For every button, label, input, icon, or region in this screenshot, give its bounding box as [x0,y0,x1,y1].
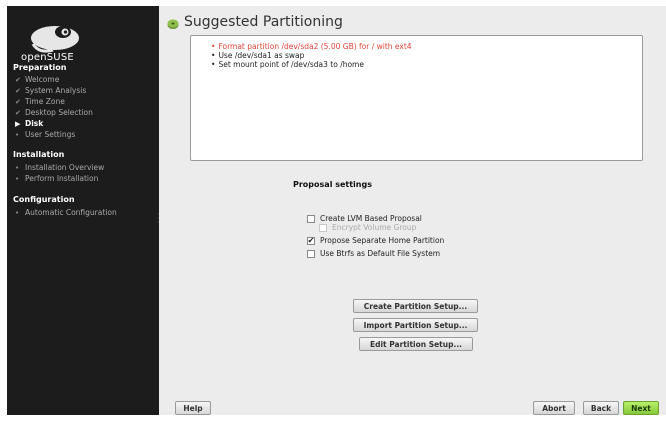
bullet-icon: • [15,131,20,139]
help-button[interactable]: Help [175,401,211,415]
sidebar-item-perform-installation: • Perform Installation [15,174,99,183]
bullet-icon: • [15,209,20,217]
arrow-right-icon: ▶ [15,120,21,128]
main-panel: Suggested Partitioning Format partition … [159,6,666,415]
check-icon: ✔ [15,87,21,95]
abort-button[interactable]: Abort [533,401,575,415]
back-button[interactable]: Back [583,401,619,415]
check-icon: ✔ [15,76,21,84]
bullet-icon: • [15,175,20,183]
edit-partition-setup-button[interactable]: Edit Partition Setup... [359,337,473,351]
btrfs-default-checkbox[interactable]: Use Btrfs as Default File System [307,249,440,258]
check-icon: ✔ [15,109,21,117]
opensuse-chameleon-logo [31,26,79,53]
page-title: Suggested Partitioning [184,14,343,30]
sidebar-item-installation-overview: • Installation Overview [15,163,105,172]
check-icon: ✔ [15,98,21,106]
section-configuration: Configuration [13,195,75,204]
proposal-settings-heading: Proposal settings [293,180,372,189]
summary-item: Use /dev/sda1 as swap [211,51,642,60]
checkbox-box [319,223,327,232]
checkbox-box[interactable] [307,249,315,258]
sidebar: openSUSE Preparation ✔ Welcome ✔ System An… [7,6,160,415]
sidebar-item-automatic-configuration: • Automatic Configuration [15,208,117,217]
sidebar-item-system-analysis: ✔ System Analysis [15,86,87,95]
partition-summary-box[interactable]: Format partition /dev/sda2 (5.00 GB) for… [190,35,643,161]
create-partition-setup-button[interactable]: Create Partition Setup... [353,299,478,313]
encrypt-volume-group-checkbox: Encrypt Volume Group [319,223,416,232]
checkmark-icon[interactable]: ✔ [307,236,315,245]
opensuse-wordmark: openSUSE [21,52,74,63]
summary-item: Format partition /dev/sda2 (5.00 GB) for… [211,42,642,51]
section-preparation: Preparation [13,63,67,72]
summary-item: Set mount point of /dev/sda3 to /home [211,60,642,69]
import-partition-setup-button[interactable]: Import Partition Setup... [353,318,478,332]
sidebar-item-time-zone: ✔ Time Zone [15,97,65,106]
next-button[interactable]: Next [623,401,659,415]
section-installation: Installation [13,150,65,159]
disk-icon [167,19,179,29]
sidebar-item-user-settings: • User Settings [15,130,76,139]
checkbox-box[interactable] [307,214,315,223]
separate-home-partition-checkbox[interactable]: ✔ Propose Separate Home Partition [307,236,444,245]
lvm-proposal-checkbox[interactable]: Create LVM Based Proposal [307,214,422,223]
sidebar-item-welcome: ✔ Welcome [15,75,60,84]
sidebar-item-desktop-selection: ✔ Desktop Selection [15,108,93,117]
bullet-icon: • [15,164,20,172]
sidebar-item-disk: ▶ Disk [15,119,44,128]
